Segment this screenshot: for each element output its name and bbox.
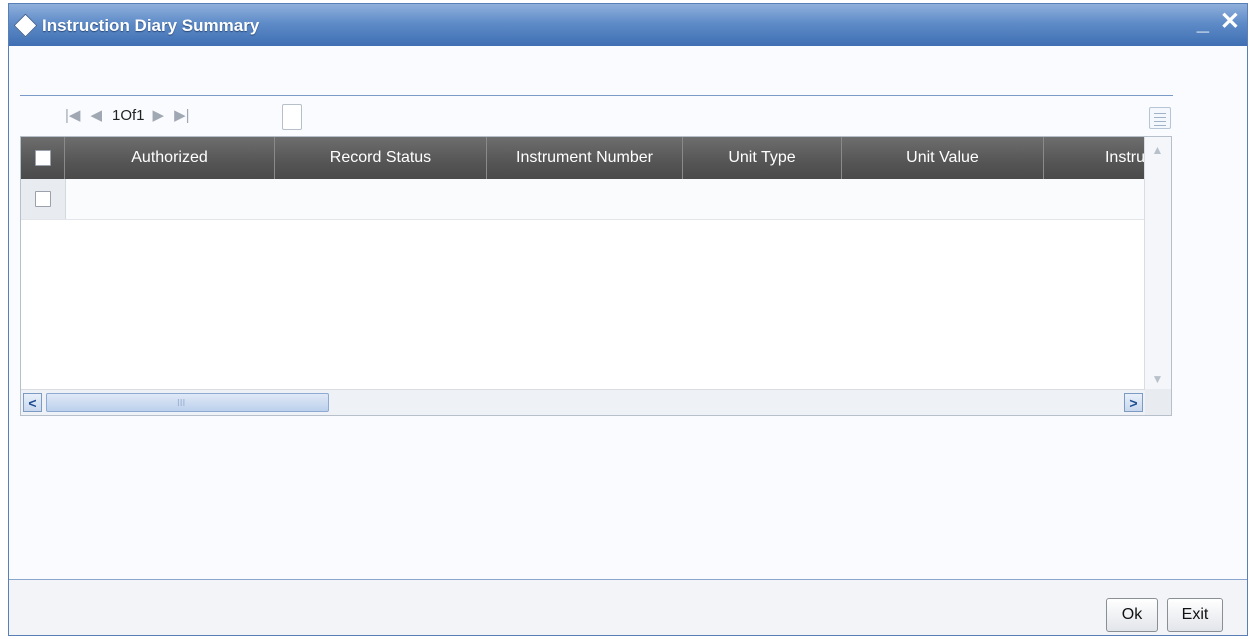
select-all-checkbox[interactable] (34, 150, 51, 166)
column-options-icon-line (1154, 113, 1166, 114)
scroll-right-icon[interactable]: > (1124, 393, 1143, 412)
next-page-icon[interactable]: ▶ (153, 106, 165, 124)
horizontal-scrollbar[interactable]: < III > (21, 389, 1145, 415)
column-header-record-status[interactable]: Record Status (275, 137, 487, 179)
footer-bar: Ok Exit (9, 580, 1247, 635)
column-options-icon-line (1154, 117, 1166, 118)
pagination-bar: |◀ ◀ 1Of1 ▶ ▶| (65, 104, 200, 126)
instruction-diary-summary-window: Instruction Diary Summary _ ✕ |◀ ◀ 1Of1 … (8, 3, 1248, 636)
top-divider (20, 95, 1173, 96)
window-diamond-icon (13, 13, 38, 38)
select-all-cell (21, 137, 65, 179)
column-header-instrument[interactable]: Instru (1044, 137, 1145, 179)
scroll-up-icon[interactable]: ▲ (1149, 141, 1166, 158)
scroll-down-icon[interactable]: ▼ (1149, 370, 1166, 387)
row-checkbox[interactable] (35, 191, 51, 207)
grid-header-row: Authorized Record Status Instrument Numb… (21, 137, 1145, 179)
title-bar[interactable]: Instruction Diary Summary _ ✕ (9, 4, 1247, 46)
summary-grid: Authorized Record Status Instrument Numb… (20, 136, 1172, 416)
table-row[interactable] (21, 179, 1145, 220)
column-options-icon[interactable] (1149, 107, 1171, 129)
page-indicator: 1Of1 (111, 106, 145, 124)
page-number-input[interactable] (282, 104, 302, 130)
column-header-authorized[interactable]: Authorized (65, 137, 275, 179)
close-button[interactable]: ✕ (1220, 10, 1240, 34)
horizontal-scroll-thumb[interactable]: III (46, 393, 329, 412)
column-options-icon-line (1154, 121, 1166, 122)
exit-button[interactable]: Exit (1167, 598, 1223, 632)
scroll-left-icon[interactable]: < (23, 393, 42, 412)
ok-button[interactable]: Ok (1106, 598, 1158, 632)
previous-page-icon[interactable]: ◀ (90, 106, 102, 124)
column-header-unit-value[interactable]: Unit Value (842, 137, 1044, 179)
window-title: Instruction Diary Summary (42, 16, 260, 35)
last-page-icon[interactable]: ▶| (174, 106, 189, 124)
minimize-button[interactable]: _ (1197, 12, 1209, 34)
vertical-scrollbar[interactable]: ▲ ▼ (1144, 137, 1171, 389)
column-header-unit-type[interactable]: Unit Type (683, 137, 842, 179)
first-page-icon[interactable]: |◀ (65, 106, 80, 124)
column-header-instrument-number[interactable]: Instrument Number (487, 137, 683, 179)
column-options-icon-line (1154, 125, 1166, 126)
row-select-cell (21, 179, 66, 219)
scrollbar-corner (1145, 389, 1171, 415)
scroll-grip-icon: III (177, 398, 186, 409)
